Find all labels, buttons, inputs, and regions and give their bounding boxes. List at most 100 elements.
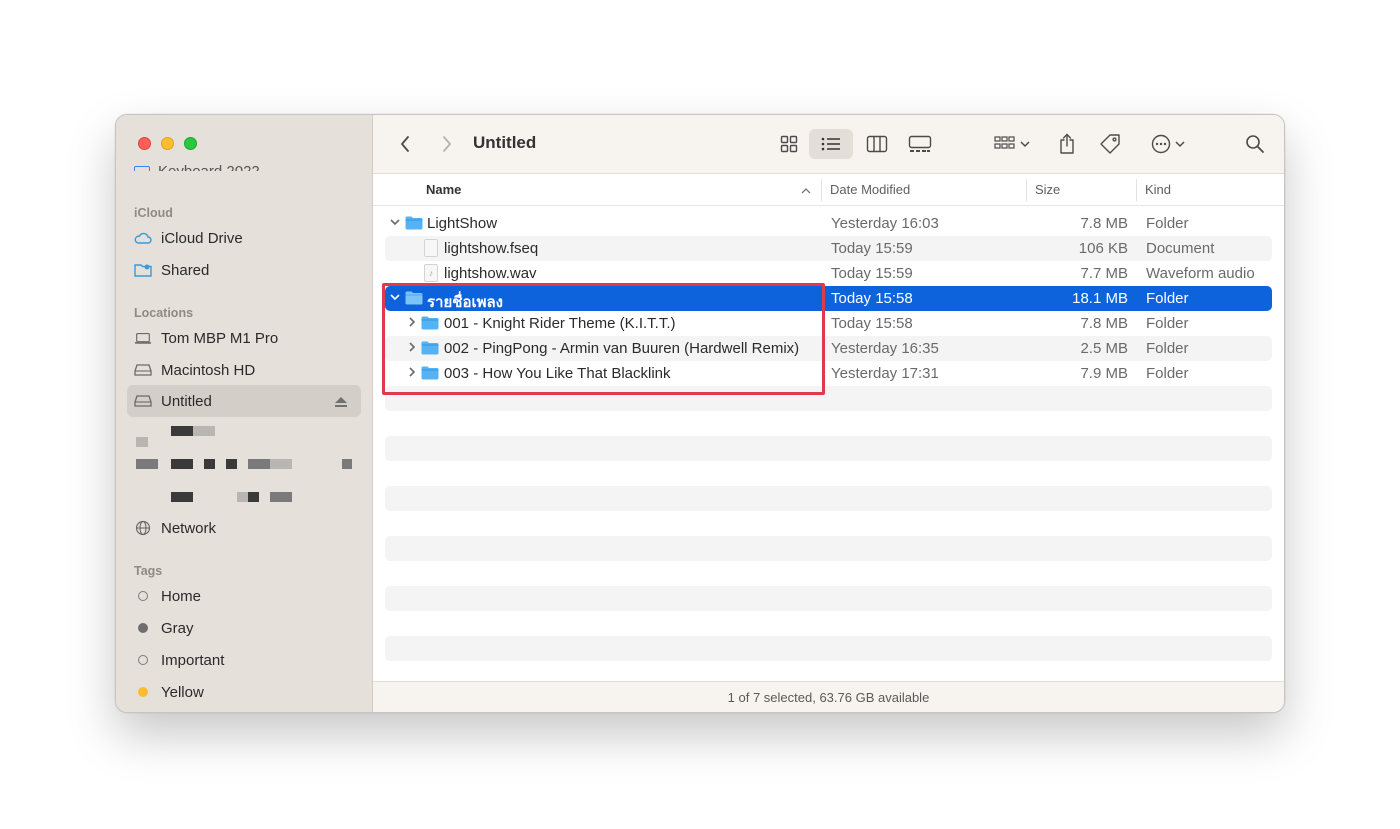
column-header: Name Date Modified Size Kind: [373, 174, 1284, 206]
disclosure-down-icon[interactable]: [389, 216, 401, 230]
icon-view-button[interactable]: [773, 129, 805, 159]
file-row-lightshow-wav[interactable]: ♪ lightshow.wav Today 15:59 7.7 MB Wavef…: [385, 261, 1272, 286]
sidebar-section-tags: Tags: [134, 564, 163, 578]
group-by-button[interactable]: [989, 129, 1035, 159]
file-list: LightShow Yesterday 16:03 7.8 MB Folder …: [385, 211, 1272, 661]
close-window-button[interactable]: [138, 137, 151, 150]
tag-dot-icon: [138, 623, 148, 633]
disclosure-right-icon[interactable]: [407, 366, 417, 381]
file-name: 001 - Knight Rider Theme (K.I.T.T.): [444, 315, 676, 332]
file-size: 7.7 MB: [1080, 265, 1128, 282]
file-date: Yesterday 16:03: [831, 215, 939, 232]
chevron-down-icon: [1175, 141, 1185, 148]
empty-row: [385, 461, 1272, 486]
sidebar-item-tom-mbp[interactable]: Tom MBP M1 Pro: [134, 327, 278, 349]
window-controls: [138, 137, 197, 150]
column-name[interactable]: Name: [426, 182, 461, 197]
sidebar-item-label: iCloud Drive: [161, 229, 243, 247]
file-date: Yesterday 16:35: [831, 340, 939, 357]
file-row-lightshow[interactable]: LightShow Yesterday 16:03 7.8 MB Folder: [385, 211, 1272, 236]
zoom-window-button[interactable]: [184, 137, 197, 150]
folder-icon: [405, 216, 423, 230]
gallery-view-button[interactable]: [903, 129, 937, 159]
tag-button[interactable]: [1095, 129, 1125, 159]
file-row-001[interactable]: 001 - Knight Rider Theme (K.I.T.T.) Toda…: [385, 311, 1272, 336]
file-kind: Folder: [1146, 290, 1189, 307]
sidebar-item-macintosh-hd[interactable]: Macintosh HD: [134, 359, 255, 381]
ellipsis-circle-icon: [1151, 134, 1171, 154]
column-view-button[interactable]: [861, 129, 893, 159]
sidebar-item-icloud-drive[interactable]: iCloud Drive: [134, 227, 243, 249]
sidebar-item-label: Macintosh HD: [161, 361, 256, 379]
tag-dot-icon: [138, 687, 148, 697]
disclosure-right-icon[interactable]: [407, 341, 417, 356]
document-icon: [424, 239, 438, 257]
share-button[interactable]: [1053, 129, 1081, 159]
sidebar-item-label: Home: [161, 587, 202, 605]
column-date-modified[interactable]: Date Modified: [830, 182, 910, 197]
sidebar-item-shared[interactable]: Shared: [134, 259, 209, 281]
file-size: 7.9 MB: [1080, 365, 1128, 382]
shared-folder-icon: [134, 263, 152, 277]
file-kind: Folder: [1146, 365, 1189, 382]
column-size[interactable]: Size: [1035, 182, 1060, 197]
sidebar-item-label: Shared: [161, 261, 210, 279]
file-size: 7.8 MB: [1080, 315, 1128, 332]
minimize-window-button[interactable]: [161, 137, 174, 150]
file-row-lightshow-fseq[interactable]: lightshow.fseq Today 15:59 106 KB Docume…: [385, 236, 1272, 261]
tag-dot-icon: [138, 655, 148, 665]
gallery-icon: [908, 135, 932, 152]
disclosure-down-icon[interactable]: [389, 291, 401, 305]
laptop-icon: [134, 332, 152, 345]
file-date: Today 15:58: [831, 315, 913, 332]
sidebar-item-label: Important: [161, 651, 225, 669]
toolbar: Untitled: [373, 115, 1284, 174]
file-kind: Folder: [1146, 215, 1189, 232]
disclosure-right-icon[interactable]: [407, 316, 417, 331]
back-button[interactable]: [393, 129, 417, 159]
sidebar-tag-home[interactable]: Home: [134, 585, 201, 607]
file-date: Today 15:59: [831, 265, 913, 282]
forward-button[interactable]: [435, 129, 459, 159]
eject-icon[interactable]: [334, 395, 348, 413]
disk-icon: [134, 364, 152, 376]
column-kind[interactable]: Kind: [1145, 182, 1171, 197]
sidebar-item-network[interactable]: Network: [134, 517, 216, 539]
group-icon: [994, 136, 1015, 149]
search-icon: [1246, 135, 1264, 153]
sidebar-item-untitled[interactable]: Untitled: [134, 390, 212, 412]
empty-row: [385, 511, 1272, 536]
list-view-button[interactable]: [809, 129, 853, 159]
file-kind: Waveform audio: [1146, 265, 1255, 282]
search-button[interactable]: [1241, 129, 1269, 159]
folder-icon: [405, 291, 423, 305]
share-icon: [1060, 133, 1074, 154]
sidebar-item-label: Untitled: [161, 392, 212, 410]
sidebar-tag-gray[interactable]: Gray: [134, 617, 194, 639]
more-actions-button[interactable]: [1145, 129, 1191, 159]
file-date: Yesterday 17:31: [831, 365, 939, 382]
folder-icon: [421, 316, 439, 330]
sidebar-section-locations: Locations: [134, 306, 194, 320]
file-kind: Folder: [1146, 340, 1189, 357]
sidebar-item-label: Yellow: [161, 683, 204, 701]
network-icon: [134, 520, 152, 536]
sort-ascending-icon[interactable]: [801, 183, 811, 198]
grid-icon: [780, 135, 798, 153]
empty-row: [385, 411, 1272, 436]
file-row-selected-folder[interactable]: รายชื่อเพลง Today 15:58 18.1 MB Folder: [385, 286, 1272, 311]
disk-icon: [134, 395, 152, 407]
sidebar-tag-yellow[interactable]: Yellow: [134, 681, 204, 703]
file-row-002[interactable]: 002 - PingPong - Armin van Buuren (Hardw…: [385, 336, 1272, 361]
folder-icon: [421, 341, 439, 355]
file-date: Today 15:58: [831, 290, 913, 307]
sidebar-item-label: Tom MBP M1 Pro: [161, 329, 279, 347]
empty-row: [385, 636, 1272, 661]
empty-row: [385, 486, 1272, 511]
file-row-003[interactable]: 003 - How You Like That Blacklink Yester…: [385, 361, 1272, 386]
empty-row: [385, 536, 1272, 561]
file-size: 2.5 MB: [1080, 340, 1128, 357]
sidebar-tag-important[interactable]: Important: [134, 649, 224, 671]
chevron-left-icon: [401, 136, 409, 152]
file-name: 003 - How You Like That Blacklink: [444, 365, 671, 382]
